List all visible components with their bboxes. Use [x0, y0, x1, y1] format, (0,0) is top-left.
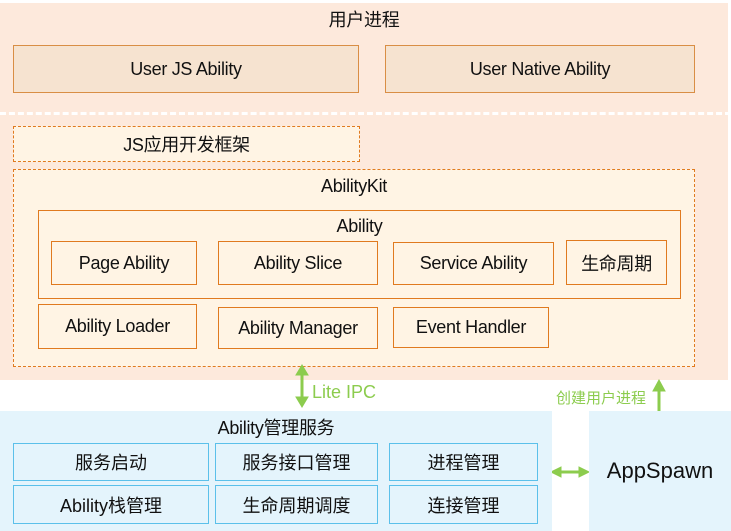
ams-title: Ability管理服务 — [217, 418, 335, 438]
ams-cell-connection-management: 连接管理 — [389, 485, 538, 524]
appspawn-box: AppSpawn — [589, 411, 731, 531]
create-process-label: 创建用户进程 — [556, 390, 647, 407]
lite-ipc-label: Lite IPC — [312, 382, 377, 402]
ams-cell-lifecycle-scheduling: 生命周期调度 — [215, 485, 378, 524]
ams-cell-service-start: 服务启动 — [13, 443, 209, 481]
ams-cell-process-management: 进程管理 — [389, 443, 538, 481]
ams-cell-service-interface: 服务接口管理 — [215, 443, 378, 481]
ams-cell-ability-stack: Ability栈管理 — [13, 485, 209, 524]
appspawn-bidirectional-arrow-icon — [549, 466, 591, 478]
lite-ipc-arrow-icon — [295, 364, 309, 408]
create-process-arrow-icon — [652, 378, 666, 411]
